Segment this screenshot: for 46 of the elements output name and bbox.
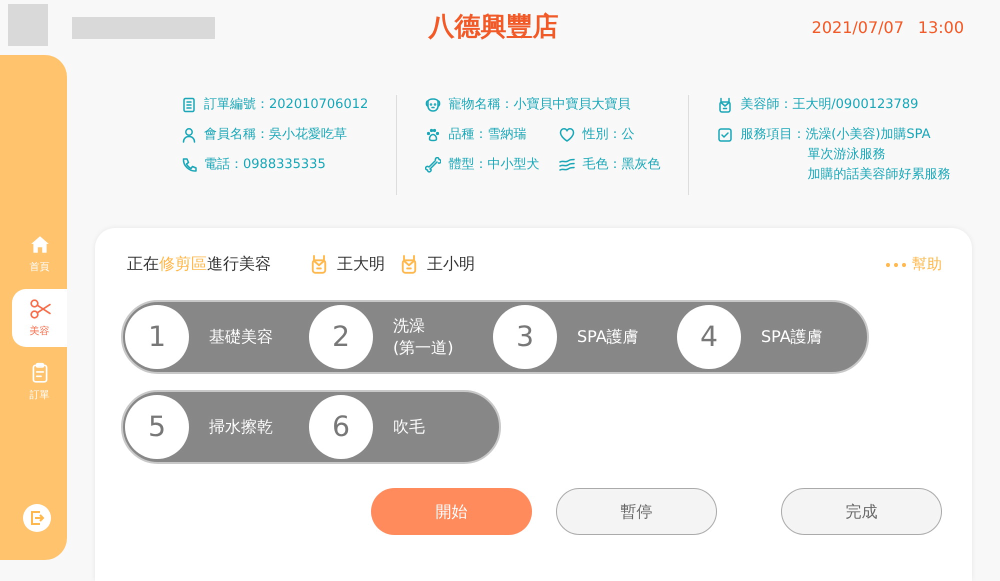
dog-face-icon <box>425 97 442 113</box>
status-text: 正在修剪區進行美容 <box>127 253 271 275</box>
name-tag-icon <box>309 254 329 274</box>
info-text: 寵物名稱：小寶貝中寶貝大寶貝 <box>448 97 630 112</box>
info-text: 單次游泳服務 <box>806 146 886 164</box>
phone-icon <box>181 157 197 173</box>
process-step[interactable]: 1 基礎美容 <box>125 305 309 369</box>
process-step[interactable]: 2 洗澡 (第一道) <box>309 305 493 369</box>
info-text: 體型：中小型犬 <box>448 157 540 172</box>
paw-icon <box>425 127 442 143</box>
date-text: 2021/07/07 <box>812 16 904 38</box>
process-step[interactable]: 3 SPA護膚 <box>493 305 677 369</box>
process-step[interactable]: 6 吹毛 <box>309 395 493 459</box>
scissors-icon <box>28 298 50 320</box>
store-title: 八德興豐店 <box>427 11 560 44</box>
info-text: 訂單編號：202010706012 <box>204 97 368 112</box>
checkbox-icon <box>717 127 734 143</box>
heart-icon <box>559 127 576 143</box>
name-tag-icon <box>717 97 734 113</box>
info-text: 毛色：黑灰色 <box>582 157 660 172</box>
more-icon <box>885 262 908 268</box>
info-text: 性別：公 <box>582 127 634 142</box>
info-text: 美容師：王大明/0900123789 <box>740 97 918 112</box>
home-icon <box>28 234 50 256</box>
info-text: 會員名稱：吳小花愛吃草 <box>204 127 347 142</box>
bone-icon <box>425 157 442 173</box>
person-icon <box>181 127 197 143</box>
process-step[interactable]: 5 掃水擦乾 <box>125 395 309 459</box>
name-tag-icon <box>399 254 419 274</box>
info-text: 電話：0988335335 <box>204 157 326 172</box>
action-button[interactable]: 完成 <box>781 488 942 535</box>
groomer-name: 王小明 <box>427 253 475 275</box>
time-text: 13:00 <box>918 16 964 38</box>
action-button[interactable]: 開始 <box>371 488 532 535</box>
info-text: 加購的話美容師好累服務 <box>806 166 950 184</box>
logout-button[interactable] <box>23 504 51 532</box>
waves-icon <box>559 157 576 173</box>
document-icon <box>181 97 197 113</box>
info-text: 品種：雪納瑞 <box>448 127 526 142</box>
redacted-block <box>8 4 48 46</box>
groomer-name: 王大明 <box>337 253 385 275</box>
action-button[interactable]: 暫停 <box>556 488 717 535</box>
sidebar-item[interactable]: 美容 <box>12 289 67 347</box>
info-text: 服務項目：洗澡(小美容)加購SPA <box>740 126 932 144</box>
process-step[interactable]: 4 SPA護膚 <box>677 305 861 369</box>
logout-icon <box>29 510 45 526</box>
